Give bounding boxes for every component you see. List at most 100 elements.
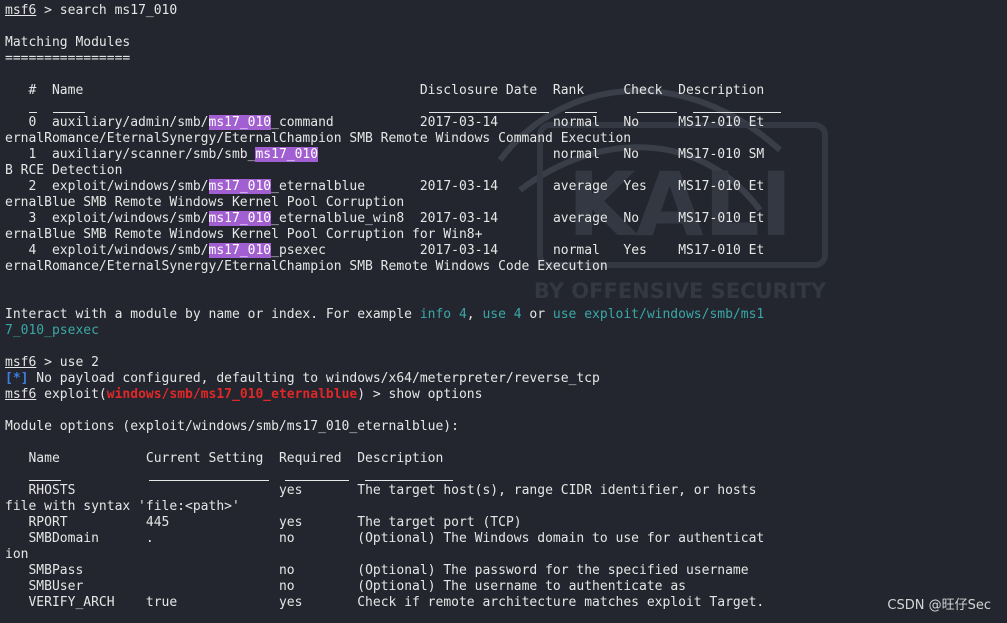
interact-hint: Interact with a module by name or index.…	[5, 307, 764, 323]
option-desc: The target host(s), range CIDR identifie…	[357, 483, 757, 498]
module-index: 3	[28, 211, 37, 226]
module-date: 2017-03-14	[419, 179, 499, 194]
module-index: 4	[28, 243, 37, 258]
header-desc: Description	[678, 83, 765, 98]
option-desc: Check if remote architecture matches exp…	[357, 595, 765, 610]
module-rank: normal	[552, 115, 600, 130]
options-header: Name Current Setting Required Descriptio…	[5, 451, 764, 467]
module-index: 1	[28, 147, 37, 162]
option-name: RHOSTS	[28, 483, 76, 498]
prompt-sep: >	[365, 387, 389, 402]
prompt-sep: >	[36, 3, 60, 18]
module-name-prefix: auxiliary/scanner/smb/smb_	[51, 147, 256, 162]
underline-name	[53, 112, 85, 113]
command-text: search ms17_010	[59, 3, 178, 18]
module-row-wrap: ernalBlue SMB Remote Windows Kernel Pool…	[5, 195, 764, 211]
section-title: Matching Modules	[5, 35, 131, 50]
option-row[interactable]: RHOSTS yes The target host(s), range CID…	[5, 483, 764, 499]
option-setting: true	[145, 595, 178, 610]
prompt-sep: >	[36, 355, 60, 370]
module-desc-wrap: ernalRomance/EternalSynergy/EternalChamp…	[5, 259, 608, 274]
prompt-name: msf6	[5, 355, 37, 370]
option-required: yes	[278, 515, 303, 530]
header-required: Required	[278, 451, 342, 466]
command-text: use 2	[59, 355, 99, 370]
option-desc: (Optional) The username to authenticate …	[357, 579, 686, 594]
example-use-path: use exploit/windows/smb/ms1	[552, 307, 765, 322]
module-row-wrap: ernalRomance/EternalSynergy/EternalChamp…	[5, 259, 764, 275]
option-desc: The target port (TCP)	[357, 515, 522, 530]
option-row[interactable]: SMBUser no (Optional) The username to au…	[5, 579, 764, 595]
option-desc: (Optional) The password for the specifie…	[357, 563, 749, 578]
module-name-match: ms17_010	[208, 243, 272, 258]
module-row-wrap: ernalBlue SMB Remote Windows Kernel Pool…	[5, 227, 764, 243]
module-row[interactable]: 4 exploit/windows/smb/ms17_010_psexec 20…	[5, 243, 764, 259]
underline-check	[637, 112, 677, 113]
option-row[interactable]: SMBPass no (Optional) The password for t…	[5, 563, 764, 579]
exploit-close: )	[357, 387, 366, 402]
module-date: 2017-03-14	[419, 243, 499, 258]
module-check: No	[623, 147, 640, 162]
option-required: yes	[278, 483, 303, 498]
underline-setting	[149, 480, 269, 481]
option-required: no	[278, 531, 295, 546]
module-row[interactable]: 1 auxiliary/scanner/smb/smb_ms17_010 nor…	[5, 147, 764, 163]
underline-name	[29, 480, 61, 481]
module-date: 2017-03-14	[419, 115, 499, 130]
exploit-path: windows/smb/ms17_010_eternalblue	[106, 387, 358, 402]
options-underline	[5, 467, 764, 483]
option-name: VERIFY_ARCH	[28, 595, 115, 610]
option-required: yes	[278, 595, 303, 610]
hint-text: ,	[466, 307, 483, 322]
module-row-wrap: B RCE Detection	[5, 163, 764, 179]
terminal-output[interactable]: msf6 > search ms17_010 Matching Modules ==…	[5, 3, 781, 611]
module-desc-wrap: ernalBlue SMB Remote Windows Kernel Pool…	[5, 227, 483, 242]
interact-hint-wrap: 7_010_psexec	[5, 323, 764, 339]
example-info: info 4	[419, 307, 467, 322]
option-row[interactable]: SMBDomain . no (Optional) The Windows do…	[5, 531, 764, 547]
module-row[interactable]: 3 exploit/windows/smb/ms17_010_eternalbl…	[5, 211, 764, 227]
module-row[interactable]: 0 auxiliary/admin/smb/ms17_010_command 2…	[5, 115, 764, 131]
module-name-suffix: _eternalblue_win8	[271, 211, 405, 226]
option-row[interactable]: VERIFY_ARCH true yes Check if remote arc…	[5, 595, 764, 611]
example-use-path-wrap: 7_010_psexec	[5, 323, 99, 338]
option-name: SMBDomain	[28, 531, 99, 546]
module-name-match: ms17_010	[208, 211, 272, 226]
underline-date	[429, 112, 549, 113]
module-rank: normal	[552, 243, 600, 258]
module-desc-wrap: ernalRomance/EternalSynergy/EternalChamp…	[5, 131, 632, 146]
header-name: Name	[28, 451, 60, 466]
command-line-use: msf6 > use 2	[5, 355, 764, 371]
module-check: Yes	[623, 179, 647, 194]
module-row[interactable]: 2 exploit/windows/smb/ms17_010_eternalbl…	[5, 179, 764, 195]
option-row[interactable]: RPORT 445 yes The target port (TCP)	[5, 515, 764, 531]
module-desc: MS17-010 Et	[678, 115, 765, 130]
module-name-match: ms17_010	[255, 147, 319, 162]
underline-num	[29, 112, 37, 113]
example-use-index: use 4	[482, 307, 522, 322]
command-line-show-options: msf6 exploit(windows/smb/ms17_010_eterna…	[5, 387, 764, 403]
module-check: Yes	[623, 243, 647, 258]
module-check: No	[623, 211, 640, 226]
exploit-word: exploit(	[36, 387, 107, 402]
module-row-wrap: ernalRomance/EternalSynergy/EternalChamp…	[5, 131, 764, 147]
modules-header: # Name Disclosure Date Rank Check Descri…	[5, 83, 764, 99]
command-line-search: msf6 > search ms17_010	[5, 3, 764, 19]
header-name: Name	[51, 83, 84, 98]
module-desc: MS17-010 Et	[678, 211, 765, 226]
hint-text: or	[521, 307, 553, 322]
option-row-wrap: file with syntax 'file:<path>'	[5, 499, 764, 515]
hint-text: Interact with a module by name or index.…	[5, 307, 420, 322]
header-num: #	[28, 83, 37, 98]
module-name-prefix: exploit/windows/smb/	[51, 211, 209, 226]
module-index: 2	[28, 179, 37, 194]
underline-rank	[565, 112, 597, 113]
underline-desc	[365, 480, 453, 481]
underline-required	[285, 480, 349, 481]
